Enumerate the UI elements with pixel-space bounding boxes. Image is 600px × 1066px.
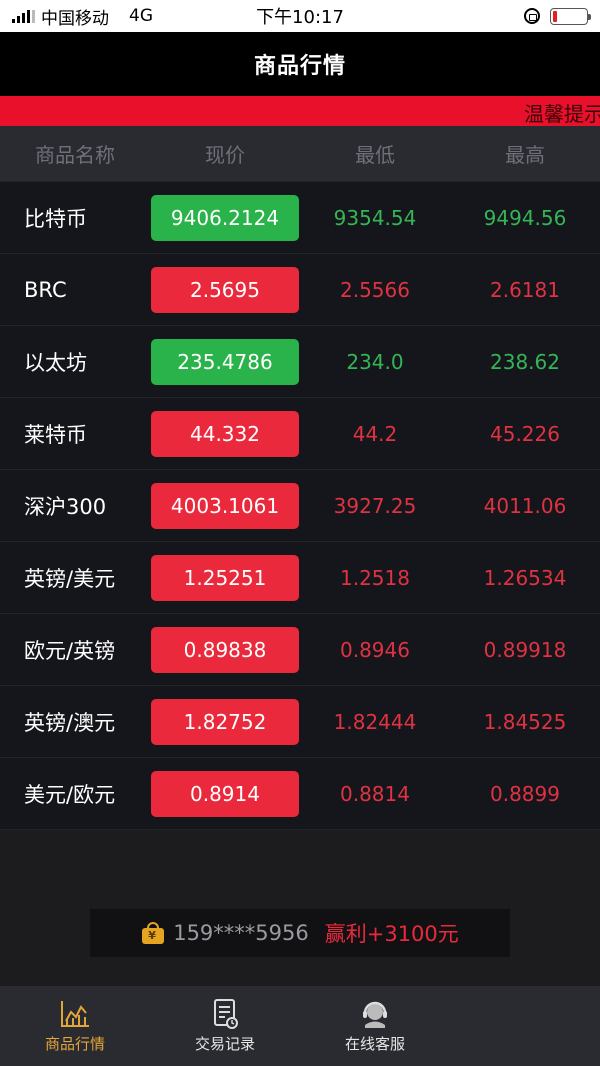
high-price: 9494.56 <box>483 205 567 230</box>
low-price: 1.82444 <box>333 709 417 734</box>
price-button[interactable]: 0.89838 <box>151 626 299 673</box>
product-name: 比特币 <box>24 206 87 231</box>
column-header-name: 商品名称 <box>35 143 115 167</box>
high-price: 0.89918 <box>483 637 567 662</box>
low-price: 234.0 <box>346 349 404 374</box>
product-name: BRC <box>24 277 67 302</box>
table-row[interactable]: 英镑/澳元 1.82752 1.82444 1.84525 <box>0 686 600 758</box>
price-button[interactable]: 44.332 <box>151 410 299 457</box>
table-row[interactable]: 深沪300 4003.1061 3927.25 4011.06 <box>0 470 600 542</box>
battery-icon <box>550 7 591 25</box>
tab-label: 商品行情 <box>44 1034 105 1053</box>
status-bar: 中国移动 4G 下午10:17 <box>0 0 600 32</box>
network-label: 4G <box>129 6 153 26</box>
table-row[interactable]: 欧元/英镑 0.89838 0.8946 0.89918 <box>0 614 600 686</box>
high-price: 4011.06 <box>483 493 567 518</box>
product-name: 英镑/澳元 <box>24 710 116 735</box>
table-header: 商品名称 现价 最低 最高 <box>0 126 600 182</box>
low-price: 1.2518 <box>340 565 410 590</box>
product-name: 深沪300 <box>24 494 107 519</box>
money-bag-icon: ¥ <box>141 922 165 944</box>
status-time: 下午10:17 <box>256 7 344 28</box>
high-price: 45.226 <box>490 421 560 446</box>
table-row[interactable]: 美元/欧元 0.8914 0.8814 0.8899 <box>0 758 600 830</box>
price-button[interactable]: 235.4786 <box>151 338 299 385</box>
announcement-marquee[interactable]: 温馨提示 <box>0 96 600 126</box>
table-row[interactable]: BRC 2.5695 2.5566 2.6181 <box>0 254 600 326</box>
document-icon <box>214 998 238 1029</box>
column-header-high: 最高 <box>505 143 545 167</box>
low-price: 0.8814 <box>340 781 410 806</box>
headset-icon <box>363 1001 387 1028</box>
chart-icon <box>61 1000 89 1027</box>
status-right <box>524 7 591 25</box>
table-row[interactable]: 英镑/美元 1.25251 1.2518 1.26534 <box>0 542 600 614</box>
price-button[interactable]: 9406.2124 <box>151 194 299 241</box>
high-price: 0.8899 <box>490 781 560 806</box>
price-button[interactable]: 0.8914 <box>151 770 299 817</box>
notice-profit: 赢利+3100元 <box>324 922 459 946</box>
page-title: 商品行情 <box>0 32 600 96</box>
price-button[interactable]: 4003.1061 <box>151 482 299 529</box>
price-button[interactable]: 2.5695 <box>151 266 299 313</box>
low-price: 9354.54 <box>333 205 417 230</box>
high-price: 238.62 <box>490 349 560 374</box>
tab-label: 交易记录 <box>194 1034 255 1053</box>
high-price: 1.26534 <box>483 565 567 590</box>
high-price: 1.84525 <box>483 709 567 734</box>
column-header-price: 现价 <box>205 143 245 167</box>
table-row[interactable]: 以太坊 235.4786 234.0 238.62 <box>0 326 600 398</box>
bottom-tab-bar: 商品行情 交易记录 在线客服 <box>0 986 600 1066</box>
tab-market[interactable]: 商品行情 <box>0 999 150 1054</box>
product-name: 英镑/美元 <box>24 566 116 591</box>
tab-customer-service[interactable]: 在线客服 <box>300 999 450 1054</box>
notice-phone: 159****5956 <box>173 921 309 945</box>
signal-icon <box>12 9 35 23</box>
profit-notice: ¥ 159****5956 赢利+3100元 <box>90 909 510 957</box>
tab-label: 在线客服 <box>344 1034 405 1053</box>
marquee-text: 温馨提示 <box>524 102 600 126</box>
column-header-low: 最低 <box>355 143 395 167</box>
price-button[interactable]: 1.82752 <box>151 698 299 745</box>
low-price: 44.2 <box>352 421 398 446</box>
status-left: 中国移动 4G <box>12 4 153 29</box>
product-name: 以太坊 <box>24 350 87 375</box>
table-row[interactable]: 比特币 9406.2124 9354.54 9494.56 <box>0 182 600 254</box>
product-name: 美元/欧元 <box>24 782 116 807</box>
price-button[interactable]: 1.25251 <box>151 554 299 601</box>
table-row[interactable]: 莱特币 44.332 44.2 45.226 <box>0 398 600 470</box>
tab-trade-records[interactable]: 交易记录 <box>150 998 300 1054</box>
carrier-label: 中国移动 <box>41 8 109 29</box>
product-name: 莱特币 <box>24 422 87 447</box>
low-price: 0.8946 <box>340 637 410 662</box>
high-price: 2.6181 <box>490 277 560 302</box>
low-price: 2.5566 <box>340 277 410 302</box>
low-price: 3927.25 <box>333 493 417 518</box>
quote-list: 比特币 9406.2124 9354.54 9494.56 BRC 2.5695… <box>0 182 600 830</box>
product-name: 欧元/英镑 <box>24 638 116 663</box>
rotation-lock-icon <box>524 8 540 24</box>
